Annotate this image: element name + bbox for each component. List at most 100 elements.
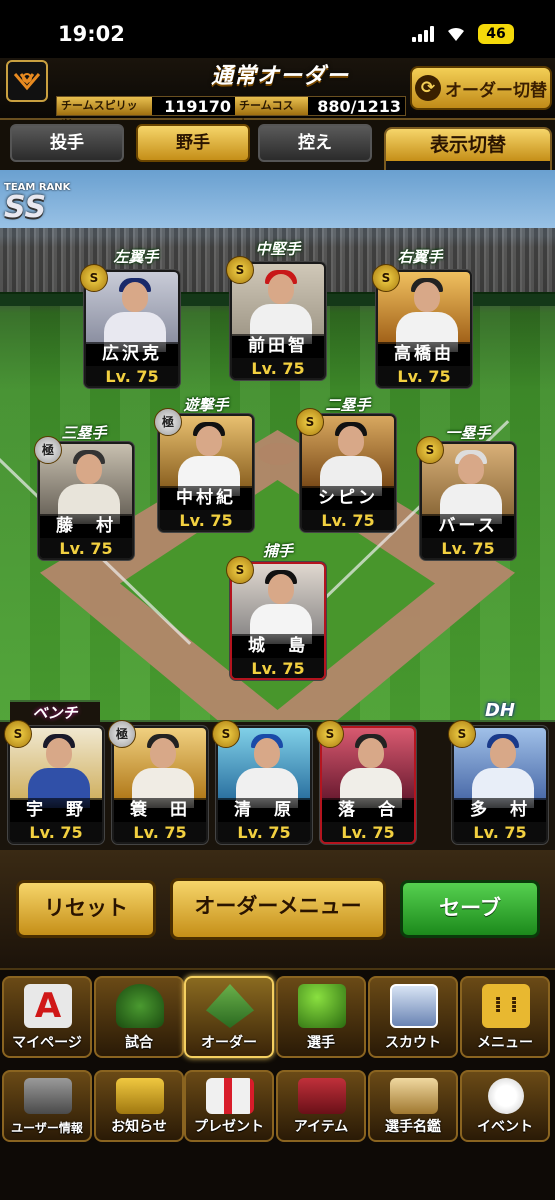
- player-name: 前田智: [232, 334, 324, 358]
- rank-badge-icon: S: [416, 436, 444, 464]
- nav-menu[interactable]: ⁞ ⁞ メニュー: [460, 976, 550, 1058]
- tab-reserve[interactable]: 控え: [258, 124, 372, 162]
- player-level: Lv. 75: [218, 822, 310, 842]
- nav-user-info[interactable]: ユーザー情報: [2, 1070, 92, 1142]
- nav-event[interactable]: イベント: [460, 1070, 550, 1142]
- dh-label: DH: [484, 700, 515, 721]
- team-cost-label: チームコスト: [234, 97, 308, 130]
- signal-icon: [412, 26, 436, 42]
- rank-badge-icon: S: [226, 556, 254, 584]
- menu-icon: ⁞ ⁞: [482, 984, 530, 1028]
- team-cost-value: 880/1213: [317, 96, 401, 116]
- nav-present[interactable]: プレゼント: [184, 1070, 274, 1142]
- player-level: Lv. 75: [302, 510, 394, 530]
- player-name: 清 原: [218, 798, 310, 822]
- tab-pitcher[interactable]: 投手: [10, 124, 124, 162]
- nav-label: お知らせ: [111, 1119, 167, 1135]
- player-level: Lv. 75: [378, 366, 470, 386]
- news-icon: [116, 1078, 164, 1114]
- scout-icon: [390, 984, 438, 1028]
- team-rank-value: SS: [4, 190, 47, 225]
- sub-nav: ユーザー情報 お知らせ プレゼント アイテム 選手名鑑 イベント: [0, 1064, 555, 1200]
- team-logo-icon[interactable]: [6, 60, 48, 102]
- mypage-icon: A: [24, 984, 72, 1028]
- order-menu-button[interactable]: オーダーメニュー: [170, 878, 386, 940]
- player-level: Lv. 75: [160, 510, 252, 530]
- nav-label: アイテム: [293, 1119, 349, 1135]
- player-name: 藤 村: [40, 514, 132, 538]
- player-level: Lv. 75: [114, 822, 206, 842]
- position-label-lf: 左翼手: [113, 248, 159, 266]
- player-level: Lv. 75: [40, 538, 132, 558]
- rank-badge-icon: S: [4, 720, 32, 748]
- item-icon: [298, 1078, 346, 1114]
- present-icon: [206, 1078, 254, 1114]
- rank-badge-icon: S: [212, 720, 240, 748]
- rank-badge-icon: 極: [108, 720, 136, 748]
- player-name: 宇 野: [10, 798, 102, 822]
- player-name: バース: [422, 514, 514, 538]
- player-icon: [298, 984, 346, 1028]
- player-name: 城 島: [232, 634, 324, 658]
- team-rank: TEAM RANK SS: [4, 182, 74, 223]
- team-spirit-value: 119170: [164, 96, 231, 116]
- player-level: Lv. 75: [454, 822, 546, 842]
- tab-fielder[interactable]: 野手: [136, 124, 250, 162]
- nav-label: イベント: [477, 1119, 533, 1135]
- nav-scout[interactable]: スカウト: [368, 976, 458, 1058]
- player-level: Lv. 75: [322, 822, 414, 842]
- nav-player-directory[interactable]: 選手名鑑: [368, 1070, 458, 1142]
- player-level: Lv. 75: [86, 366, 178, 386]
- team-spirit-label: チームスピリッツ: [57, 97, 152, 130]
- team-stats: チームスピリッツ 119170 チームコスト 880/1213: [56, 96, 406, 130]
- header: 通常オーダー チームスピリッツ 119170 チームコスト 880/1213 ⟳…: [0, 58, 555, 130]
- player-level: Lv. 75: [232, 658, 324, 678]
- player-name: 落 合: [322, 798, 414, 822]
- nav-label: オーダー: [201, 1035, 257, 1051]
- display-switch-label: 表示切替: [386, 129, 550, 161]
- save-button[interactable]: セーブ: [400, 880, 540, 938]
- nav-order[interactable]: オーダー: [184, 976, 274, 1058]
- reset-button[interactable]: リセット: [16, 880, 156, 938]
- player-name: 高橋由: [378, 342, 470, 366]
- player-name: 中村紀: [160, 486, 252, 510]
- user-info-icon: [24, 1078, 72, 1114]
- nav-label: メニュー: [477, 1035, 533, 1051]
- rank-badge-icon: S: [226, 256, 254, 284]
- rank-badge-icon: S: [316, 720, 344, 748]
- rank-badge-icon: 極: [154, 408, 182, 436]
- nav-label: マイページ: [12, 1035, 82, 1051]
- nav-label: 試合: [125, 1035, 153, 1051]
- stadium-icon: [116, 984, 164, 1028]
- rank-badge-icon: S: [296, 408, 324, 436]
- nav-news[interactable]: お知らせ: [94, 1070, 184, 1142]
- main-nav: A マイページ 試合 オーダー 選手 スカウト ⁞ ⁞ メニュー: [0, 968, 555, 1064]
- nav-item-box[interactable]: アイテム: [276, 1070, 366, 1142]
- order-icon: [206, 984, 254, 1028]
- player-directory-icon: [390, 1078, 438, 1114]
- status-bar: 19:02 46: [0, 0, 555, 58]
- rank-badge-icon: S: [448, 720, 476, 748]
- pitchers-mound: [258, 443, 298, 465]
- nav-player[interactable]: 選手: [276, 976, 366, 1058]
- rank-badge-icon: 極: [34, 436, 62, 464]
- player-name: 多 村: [454, 798, 546, 822]
- nav-label: 選手: [307, 1035, 335, 1051]
- status-time: 19:02: [58, 22, 125, 46]
- nav-label: 選手名鑑: [385, 1119, 441, 1135]
- order-switch-label: オーダー切替: [445, 80, 547, 101]
- rank-badge-icon: S: [372, 264, 400, 292]
- nav-mypage[interactable]: A マイページ: [2, 976, 92, 1058]
- swap-icon: ⟳: [415, 75, 441, 101]
- page-title: 通常オーダー: [210, 64, 349, 89]
- order-switch-button[interactable]: ⟳ オーダー切替: [410, 66, 552, 110]
- nav-label: プレゼント: [194, 1119, 264, 1135]
- event-icon: [488, 1078, 524, 1114]
- player-level: Lv. 75: [10, 822, 102, 842]
- player-level: Lv. 75: [422, 538, 514, 558]
- nav-label: スカウト: [385, 1035, 441, 1051]
- action-bar: リセット オーダーメニュー セーブ: [0, 850, 555, 968]
- player-name: 簑 田: [114, 798, 206, 822]
- battery-icon: 46: [478, 24, 514, 44]
- nav-match[interactable]: 試合: [94, 976, 184, 1058]
